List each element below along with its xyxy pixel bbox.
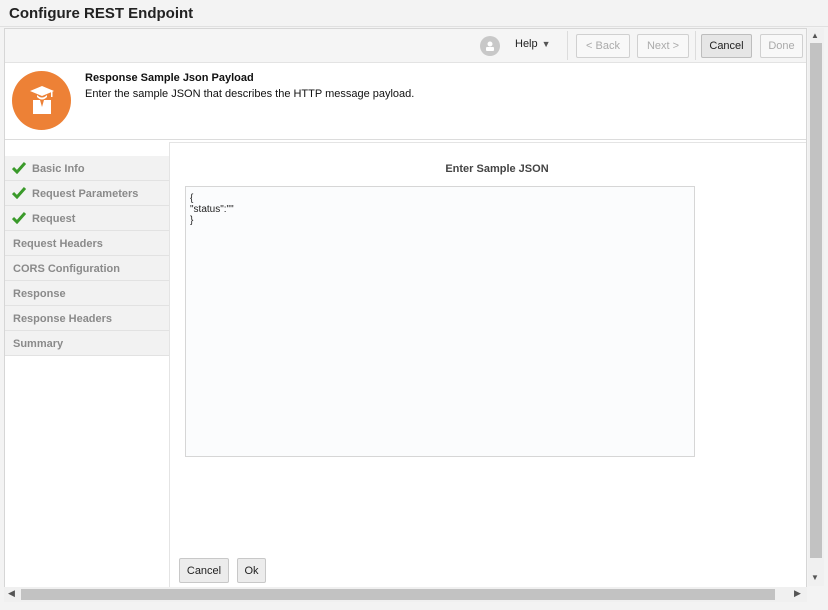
toolbar: Help ▼ < Back Next > Cancel Done [5,29,806,63]
horizontal-scrollbar[interactable]: ◀ ▶ [4,587,807,602]
horizontal-scroll-thumb[interactable] [21,589,775,600]
check-icon [11,162,27,177]
step-cors-configuration[interactable]: CORS Configuration [5,256,169,281]
step-label: Request Headers [13,238,103,250]
scroll-up-icon[interactable]: ▲ [811,31,819,40]
help-menu[interactable]: Help ▼ [515,38,551,50]
step-label: Request Parameters [32,188,139,200]
page-title: Response Sample Json Payload [85,72,254,84]
wizard-steps: Basic Info Request Parameters Request Re… [5,156,169,356]
toolbar-divider [695,31,696,60]
step-label: Response Headers [13,313,113,325]
step-response-headers[interactable]: Response Headers [5,306,169,331]
user-badge-icon[interactable] [480,36,500,56]
step-label: Response [13,288,66,300]
sample-json-textarea[interactable]: { "status":"" } [185,186,695,457]
content-panel: Enter Sample JSON { "status":"" } Cancel… [169,142,806,587]
step-basic-info[interactable]: Basic Info [5,156,169,181]
step-request[interactable]: Request [5,206,169,231]
content-cancel-button[interactable]: Cancel [179,558,229,583]
page-header: Response Sample Json Payload Enter the s… [5,64,806,140]
next-button[interactable]: Next > [637,34,689,58]
scroll-left-icon[interactable]: ◀ [8,588,15,599]
step-response[interactable]: Response [5,281,169,306]
step-label: Request [32,213,76,225]
title-bar: Configure REST Endpoint [0,0,828,27]
scroll-down-icon[interactable]: ▼ [811,573,819,582]
step-request-headers[interactable]: Request Headers [5,231,169,256]
done-button[interactable]: Done [760,34,803,58]
graduate-icon [12,71,71,130]
toolbar-divider [567,31,568,60]
step-request-parameters[interactable]: Request Parameters [5,181,169,206]
section-title: Enter Sample JSON [445,163,549,175]
step-label: Basic Info [32,163,85,175]
vertical-scroll-thumb[interactable] [810,43,822,558]
step-label: CORS Configuration [13,263,120,275]
page-subtitle: Enter the sample JSON that describes the… [85,88,415,100]
check-icon [11,187,27,202]
wizard-frame: Help ▼ < Back Next > Cancel Done Response… [4,28,807,588]
chevron-down-icon: ▼ [541,39,551,49]
help-label: Help [515,38,538,50]
window-title: Configure REST Endpoint [9,5,194,22]
step-label: Summary [13,338,64,350]
scroll-right-icon[interactable]: ▶ [794,588,801,599]
back-button[interactable]: < Back [576,34,630,58]
vertical-scrollbar[interactable]: ▲ ▼ [808,28,824,586]
cancel-button[interactable]: Cancel [701,34,752,58]
check-icon [11,212,27,227]
ok-button[interactable]: Ok [237,558,266,583]
step-summary[interactable]: Summary [5,331,169,356]
